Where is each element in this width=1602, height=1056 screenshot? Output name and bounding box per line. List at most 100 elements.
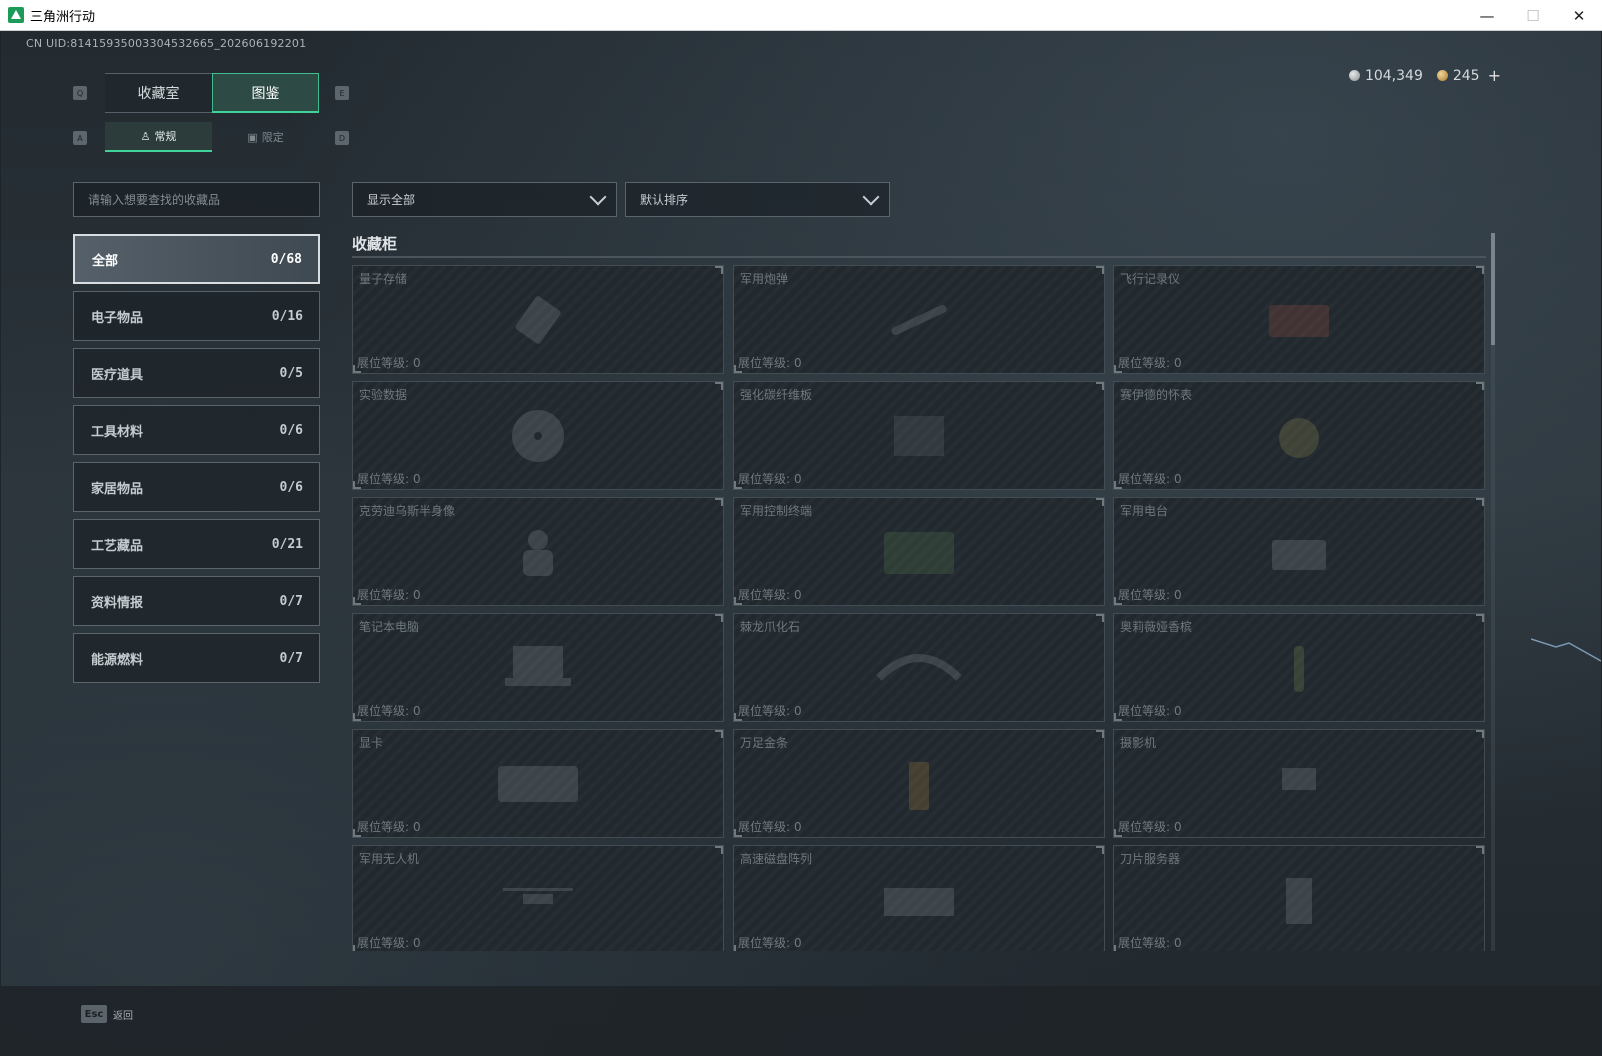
collection-item-card[interactable]: 棘龙爪化石展位等级: 0 xyxy=(733,613,1105,722)
collection-item-card[interactable]: 军用无人机 展位等级: 0 xyxy=(352,845,724,951)
category-electronics[interactable]: 电子物品 0/16 xyxy=(73,291,320,341)
item-level-label: 展位等级: xyxy=(1118,588,1171,602)
category-label: 电子物品 xyxy=(91,310,144,326)
collection-grid: 量子存储 展位等级: 0 军用炮弹 展位等级: 0 飞行记录仪 展位等级: 0 实验数据 展位等级:… xyxy=(352,265,1486,951)
item-level-value: 0 xyxy=(1174,472,1182,486)
item-level-label: 展位等级: xyxy=(1118,820,1171,834)
window-titlebar: 三角洲行动 — ☐ ✕ xyxy=(0,0,1602,31)
esc-key-hint[interactable]: Esc xyxy=(81,1005,107,1023)
filter-dropdown[interactable]: 显示全部 xyxy=(352,182,617,217)
collection-item-card[interactable]: 实验数据 展位等级: 0 xyxy=(352,381,724,490)
flight-recorder-icon xyxy=(1269,304,1329,337)
item-level-label: 展位等级: xyxy=(738,820,791,834)
item-level-value: 0 xyxy=(794,704,802,718)
item-level: 展位等级: 0 xyxy=(1118,818,1182,835)
collection-item-card[interactable]: 笔记本电脑 展位等级: 0 xyxy=(352,613,724,722)
scrollbar-thumb[interactable] xyxy=(1491,233,1495,345)
collection-item-card[interactable]: 量子存储 展位等级: 0 xyxy=(352,265,724,374)
sort-dropdown-value: 默认排序 xyxy=(640,193,689,207)
item-level: 展位等级: 0 xyxy=(357,818,421,835)
pocket-watch-icon xyxy=(1279,417,1319,458)
terminal-icon xyxy=(884,531,954,574)
category-crafts[interactable]: 工艺藏品 0/21 xyxy=(73,519,320,569)
collection-item-card[interactable]: 克劳迪乌斯半身像 展位等级: 0 xyxy=(352,497,724,606)
maximize-button[interactable]: ☐ xyxy=(1510,0,1556,31)
add-currency-button[interactable]: + xyxy=(1488,66,1501,85)
card-corner-decoration xyxy=(1114,829,1122,837)
collection-item-card[interactable]: 显卡 展位等级: 0 xyxy=(352,729,724,838)
card-corner-decoration xyxy=(1476,730,1484,738)
item-level-value: 0 xyxy=(1174,356,1182,370)
gold-coin-icon xyxy=(1436,70,1448,81)
gold-amount: 245 xyxy=(1452,67,1480,84)
item-level-label: 展位等级: xyxy=(1118,936,1171,950)
item-level: 展位等级: 0 xyxy=(357,470,421,487)
collection-item-card[interactable]: 飞行记录仪 展位等级: 0 xyxy=(1113,265,1485,374)
item-level-value: 0 xyxy=(413,588,421,602)
collection-item-card[interactable]: 军用控制终端 展位等级: 0 xyxy=(733,497,1105,606)
collection-item-card[interactable]: 奥莉薇娅香槟 展位等级: 0 xyxy=(1113,613,1485,722)
card-corner-decoration xyxy=(1114,945,1122,951)
item-level: 展位等级: 0 xyxy=(738,934,802,951)
server-icon xyxy=(1286,877,1312,924)
item-name: 棘龙爪化石 xyxy=(740,620,801,634)
item-level-value: 0 xyxy=(1174,704,1182,718)
minimize-button[interactable]: — xyxy=(1464,0,1510,31)
category-medical[interactable]: 医疗道具 0/5 xyxy=(73,348,320,398)
item-level-value: 0 xyxy=(794,472,802,486)
laptop-icon xyxy=(505,645,571,686)
search-input[interactable] xyxy=(73,182,320,217)
item-level: 展位等级: 0 xyxy=(738,818,802,835)
tab-collection-room[interactable]: 收藏室 xyxy=(105,73,212,113)
category-count: 0/5 xyxy=(279,365,303,381)
sort-dropdown[interactable]: 默认排序 xyxy=(625,182,890,217)
card-corner-decoration xyxy=(734,713,742,721)
item-level-label: 展位等级: xyxy=(738,704,791,718)
game-screen: CN UID:8141593500330453266​5_20260619220… xyxy=(1,31,1601,1056)
category-label: 全部 xyxy=(92,253,119,269)
disk-array-icon xyxy=(884,887,954,916)
category-label: 工具材料 xyxy=(91,424,144,440)
drone-icon xyxy=(503,887,573,904)
close-button[interactable]: ✕ xyxy=(1556,0,1602,31)
item-name: 奥莉薇娅香槟 xyxy=(1120,620,1193,634)
item-name: 笔记本电脑 xyxy=(359,620,420,634)
category-tools[interactable]: 工具材料 0/6 xyxy=(73,405,320,455)
champagne-icon xyxy=(1294,645,1304,692)
category-energy[interactable]: 能源燃料 0/7 xyxy=(73,633,320,683)
item-level-label: 展位等级: xyxy=(738,936,791,950)
collection-item-card[interactable]: 万足金条 展位等级: 0 xyxy=(733,729,1105,838)
item-level-value: 0 xyxy=(794,820,802,834)
collection-item-card[interactable]: 刀片服务器展位等级: 0 xyxy=(1113,845,1485,951)
card-corner-decoration xyxy=(1096,266,1104,274)
collection-item-card[interactable]: 军用炮弹 展位等级: 0 xyxy=(733,265,1105,374)
collection-item-card[interactable]: 强化碳纤维板 展位等级: 0 xyxy=(733,381,1105,490)
collection-item-card[interactable]: 赛伊德的怀表 展位等级: 0 xyxy=(1113,381,1485,490)
item-level-label: 展位等级: xyxy=(357,356,410,370)
collection-item-card[interactable]: 军用电台 展位等级: 0 xyxy=(1113,497,1485,606)
tab-regular[interactable]: ♙ 常规 xyxy=(105,122,212,152)
card-corner-decoration xyxy=(734,945,742,951)
item-level-label: 展位等级: xyxy=(357,472,410,486)
collection-item-card[interactable]: 摄影机 展位等级: 0 xyxy=(1113,729,1485,838)
window-controls: — ☐ ✕ xyxy=(1464,0,1602,31)
back-button-label[interactable]: 返回 xyxy=(113,1007,133,1022)
category-household[interactable]: 家居物品 0/6 xyxy=(73,462,320,512)
item-name: 刀片服务器 xyxy=(1120,852,1181,866)
card-corner-decoration xyxy=(1096,382,1104,390)
category-all[interactable]: 全部 0/68 xyxy=(73,234,320,284)
filter-dropdown-value: 显示全部 xyxy=(367,193,416,207)
key-hint-d: D xyxy=(335,131,349,145)
item-level: 展位等级: 0 xyxy=(1118,934,1182,951)
category-count: 0/21 xyxy=(271,536,303,552)
card-corner-decoration xyxy=(1476,266,1484,274)
tab-codex[interactable]: 图鉴 xyxy=(212,73,319,113)
card-corner-decoration xyxy=(353,945,361,951)
category-intel[interactable]: 资料情报 0/7 xyxy=(73,576,320,626)
item-name: 飞行记录仪 xyxy=(1120,272,1181,286)
collection-item-card[interactable]: 高速磁盘阵列 展位等级: 0 xyxy=(733,845,1105,951)
item-level-value: 0 xyxy=(413,820,421,834)
card-corner-decoration xyxy=(734,481,742,489)
item-level-value: 0 xyxy=(413,936,421,950)
tab-limited[interactable]: ▣ 限定 xyxy=(212,122,319,152)
